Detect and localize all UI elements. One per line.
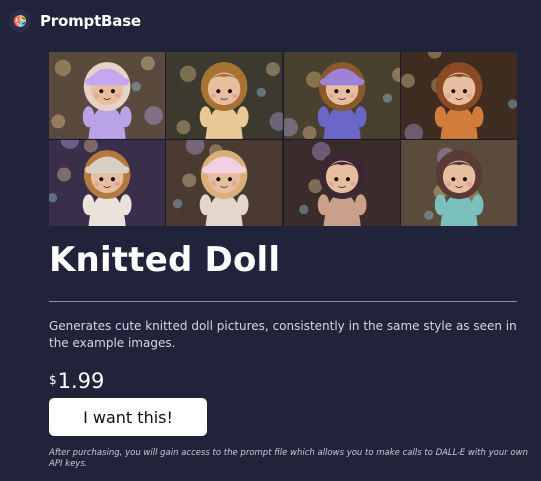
site-header: PromptBase (8, 9, 141, 33)
product-description: Generates cute knitted doll pictures, co… (49, 319, 517, 350)
price-amount: 1.99 (57, 369, 105, 393)
promptbase-brain-logo-icon[interactable] (8, 9, 32, 33)
beige-hat-doll-image[interactable] (49, 139, 166, 226)
title-divider (49, 301, 517, 302)
product-title: Knitted Doll (49, 240, 281, 280)
buy-button[interactable]: I want this! (49, 398, 207, 436)
currency-symbol: $ (49, 373, 57, 387)
lavender-doll-image[interactable] (49, 52, 166, 139)
price-display: $ 1.99 (49, 369, 104, 393)
purchase-note: After purchasing, you will gain access t… (49, 448, 528, 469)
brand-name[interactable]: PromptBase (40, 12, 141, 30)
pink-hat-doll-image[interactable] (166, 139, 283, 226)
example-image-gallery (49, 52, 517, 226)
teal-doll-image[interactable] (400, 139, 517, 226)
dark-hair-doll-image[interactable] (283, 139, 400, 226)
orange-doll-image[interactable] (400, 52, 517, 139)
purple-hat-doll-image[interactable] (283, 52, 400, 139)
blonde-doll-image[interactable] (166, 52, 283, 139)
